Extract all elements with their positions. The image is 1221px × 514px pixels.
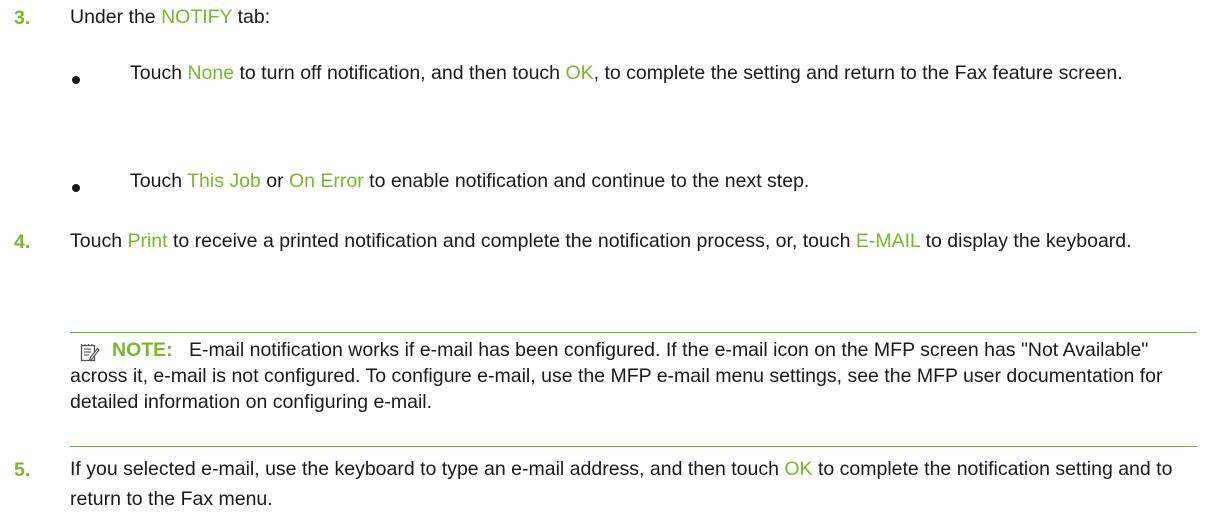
note-box: NOTE: E-mail notification works if e-mai… — [70, 332, 1197, 447]
note-label: NOTE: — [112, 339, 173, 361]
bullet-text: Touch This Job or On Error to enable not… — [130, 170, 810, 192]
option-print: Print — [127, 230, 168, 252]
option-on-error: On Error — [289, 170, 364, 192]
option-ok: OK — [784, 458, 813, 480]
option-ok: OK — [565, 62, 594, 84]
document-page: 3. Under the NOTIFY tab: Touch None to t… — [0, 0, 1221, 510]
bullet-icon — [72, 184, 80, 192]
bullet-text: Touch None to turn off notification, and… — [130, 62, 1123, 84]
bullet-icon — [72, 76, 80, 84]
step-text: If you selected e-mail, use the keyboard… — [70, 458, 1173, 510]
step-number: 4. — [14, 231, 31, 253]
option-email: E-MAIL — [855, 230, 921, 252]
step-text: Under the NOTIFY tab: — [70, 6, 271, 28]
step-number: 5. — [14, 459, 31, 481]
option-this-job: This Job — [187, 170, 261, 192]
option-none: None — [187, 62, 235, 84]
notify-tab-label: NOTIFY — [161, 6, 233, 28]
step-number: 3. — [14, 7, 31, 29]
step-text: Touch Print to receive a printed notific… — [70, 230, 1132, 252]
note-text: NOTE: E-mail notification works if e-mai… — [70, 339, 1163, 413]
